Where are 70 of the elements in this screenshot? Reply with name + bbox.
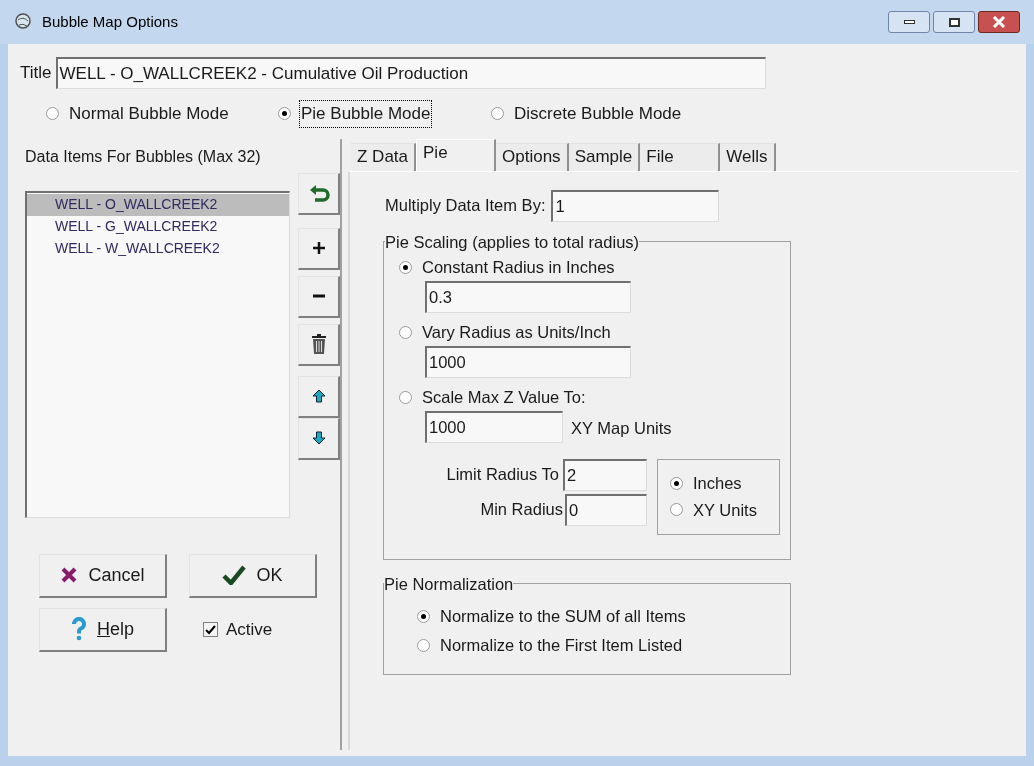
x-icon xyxy=(60,566,79,584)
trash-icon xyxy=(310,333,327,355)
minimize-button[interactable] xyxy=(888,11,930,33)
tab[interactable]: Pie xyxy=(416,138,497,171)
radio-button[interactable] xyxy=(670,476,683,490)
units-suffix: XY Map Units xyxy=(571,418,672,440)
radio-label[interactable]: Vary Radius as Units/Inch xyxy=(421,320,612,345)
group-title: Pie Normalization xyxy=(384,573,514,595)
down-arrow-icon xyxy=(311,431,326,445)
move-down-button[interactable] xyxy=(298,417,340,460)
close-button[interactable] xyxy=(978,11,1020,33)
text-field[interactable]: 0.3 xyxy=(425,281,631,313)
radio-label[interactable]: Scale Max Z Value To: xyxy=(421,384,587,410)
maximize-button[interactable] xyxy=(933,11,975,33)
question-mark-icon xyxy=(71,617,87,641)
radio-button[interactable] xyxy=(670,503,683,517)
radio-button[interactable] xyxy=(399,390,412,404)
radio-button[interactable] xyxy=(399,325,412,339)
tab[interactable]: Wells xyxy=(720,142,776,171)
radio-button[interactable] xyxy=(278,107,291,121)
ok-button[interactable]: OK xyxy=(189,553,317,598)
data-items-list[interactable]: WELL - O_WALLCREEK2 WELL - G_WALLCREEK2 WELL - W_WALLCREEK2 xyxy=(25,190,290,518)
tab[interactable]: Options xyxy=(496,142,569,171)
radio-label[interactable]: Pie Bubble Mode xyxy=(300,101,432,127)
radio-button[interactable] xyxy=(417,639,430,653)
title-label: Title xyxy=(20,62,52,85)
radio-label[interactable]: Constant Radius in Inches xyxy=(421,255,616,280)
add-button[interactable] xyxy=(298,227,340,270)
active-label: Active xyxy=(226,618,273,641)
limit-radius-label: Limit Radius To xyxy=(446,464,559,486)
list-item[interactable]: WELL - W_WALLCREEK2 xyxy=(27,237,289,260)
help-button[interactable]: Help xyxy=(39,607,167,652)
radio-label[interactable]: Inches xyxy=(692,470,743,496)
radio-label[interactable]: Normalize to the SUM of all Items xyxy=(439,604,687,630)
radio-button[interactable] xyxy=(491,107,504,121)
text-field[interactable]: 0 xyxy=(565,493,647,526)
window-title: Bubble Map Options xyxy=(42,11,178,32)
undo-button[interactable] xyxy=(298,172,340,215)
remove-button[interactable] xyxy=(298,275,340,318)
up-arrow-icon xyxy=(311,389,326,403)
radio-label[interactable]: Discrete Bubble Mode xyxy=(513,101,683,127)
group-title: Pie Scaling (applies to total radius) xyxy=(385,231,640,253)
radio-label[interactable]: Normalize to the First Item Listed xyxy=(439,633,684,659)
multiply-label: Multiply Data Item By: xyxy=(385,195,546,217)
radio-label[interactable]: XY Units xyxy=(692,497,758,523)
tab[interactable]: File xyxy=(640,142,721,171)
tab[interactable]: Z Data xyxy=(351,142,417,171)
text-field[interactable]: 1000 xyxy=(425,410,563,443)
tab[interactable]: Sample xyxy=(568,142,641,171)
move-up-button[interactable] xyxy=(298,375,340,418)
list-item[interactable]: WELL - O_WALLCREEK2 xyxy=(27,193,289,216)
minus-icon xyxy=(312,294,325,298)
radio-button[interactable] xyxy=(399,261,412,275)
delete-button[interactable] xyxy=(298,323,340,366)
plus-icon xyxy=(311,241,326,255)
data-items-heading: Data Items For Bubbles (Max 32) xyxy=(25,146,262,167)
radio-label[interactable]: Normal Bubble Mode xyxy=(68,101,230,127)
text-field[interactable]: 1000 xyxy=(425,345,631,378)
active-checkbox[interactable] xyxy=(203,622,218,637)
text-field[interactable]: WELL - O_WALLCREEK2 - Cumulative Oil Production xyxy=(55,57,766,89)
text-field[interactable]: 2 xyxy=(563,458,647,491)
close-icon xyxy=(992,16,1006,28)
cancel-button[interactable]: Cancel xyxy=(39,553,167,598)
list-item[interactable]: WELL - G_WALLCREEK2 xyxy=(27,215,289,238)
globe-app-icon xyxy=(14,12,34,32)
radio-button[interactable] xyxy=(417,610,430,624)
min-radius-label: Min Radius xyxy=(480,499,563,521)
radio-button[interactable] xyxy=(46,107,59,121)
text-field[interactable]: 1 xyxy=(551,189,720,222)
checkmark-icon xyxy=(222,565,247,585)
